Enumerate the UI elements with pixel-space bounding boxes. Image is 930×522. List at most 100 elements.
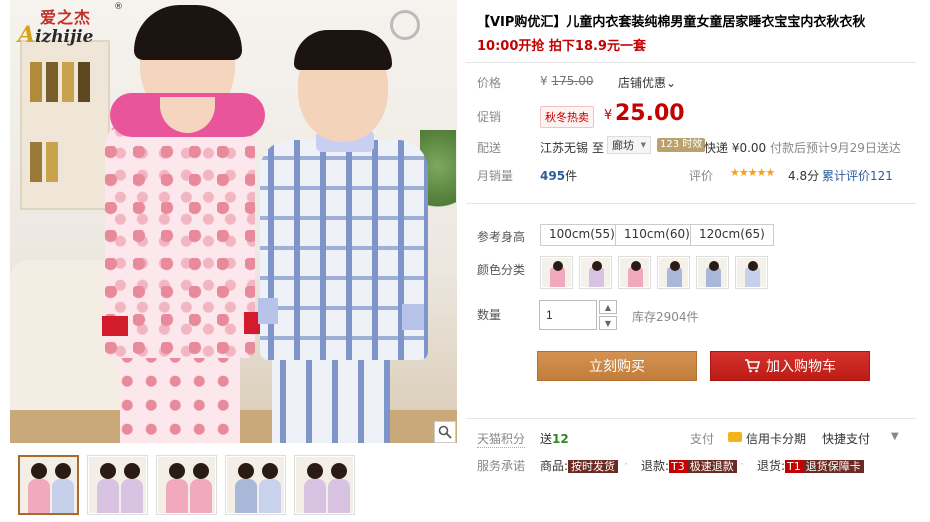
divider <box>466 203 916 204</box>
registered-mark: ® <box>114 2 123 12</box>
quantity-input[interactable] <box>539 300 597 330</box>
tmall-points-label[interactable]: 天猫积分 <box>477 430 526 448</box>
rating-label: 评价 <box>689 169 714 183</box>
wall-clock-decor <box>390 10 420 40</box>
color-swatch[interactable] <box>540 256 573 289</box>
shop-discount-label: 店铺优惠 <box>618 76 667 90</box>
caret-down-icon: ▼ <box>604 318 612 328</box>
color-swatch[interactable] <box>735 256 768 289</box>
points-amount: 12 <box>552 432 569 446</box>
service-ontime-tag: 按时发货 <box>568 460 619 473</box>
cart-icon <box>745 359 760 373</box>
height-option[interactable]: 110cm(60) <box>615 224 699 246</box>
color-swatch[interactable] <box>696 256 729 289</box>
caret-down-icon: ▼ <box>640 141 646 149</box>
girl-hair <box>134 5 242 60</box>
thumbnail[interactable] <box>18 455 79 515</box>
brand-logo-en-cap: A <box>18 22 36 48</box>
ship-from: 江苏无锡 <box>540 141 589 155</box>
service-return-prefix: 退货: <box>757 459 786 473</box>
quantity-decrease-button[interactable]: ▼ <box>599 316 617 330</box>
zoom-button[interactable] <box>434 421 456 443</box>
chevron-down-icon: ⌄ <box>666 76 677 90</box>
buy-now-label: 立刻购买 <box>589 359 645 375</box>
sofa-decor <box>10 260 120 420</box>
boy-pants <box>272 350 390 443</box>
service-return-guarantee[interactable]: 退货: T1 退货保障卡 <box>757 457 864 474</box>
product-title: 【VIP购优汇】儿童内衣套装纯棉男童女童居家睡衣宝宝内衣秋衣秋 <box>477 15 866 30</box>
thumbnail[interactable] <box>294 455 355 515</box>
service-refund-prefix: 退款: <box>641 459 670 473</box>
brand-logo-en: Aizhijie <box>18 22 93 48</box>
service-refund-code: T3 <box>669 460 687 473</box>
boy-cuff-right <box>402 304 424 330</box>
shop-discount-dropdown[interactable]: 店铺优惠⌄ <box>618 74 676 91</box>
product-subtitle: 10:00开抢 拍下18.9元一套 <box>477 39 646 54</box>
delivery-label: 配送 <box>477 141 502 155</box>
divider <box>466 62 916 63</box>
separator-dot: · <box>624 457 628 471</box>
boy-hair <box>294 30 392 70</box>
service-refund-tag: 极速退款 <box>686 460 737 473</box>
review-count-link[interactable]: 累计评价121 <box>822 167 893 184</box>
stock-count: 库存2904件 <box>632 310 699 324</box>
points-value: 送12 <box>540 430 569 447</box>
original-price-currency: ¥ <box>540 74 548 88</box>
original-price: ¥ 175.00 <box>540 74 593 88</box>
promo-price: 25.00 <box>615 101 685 126</box>
brand-logo-en-rest: izhijie <box>35 27 94 47</box>
background-shelf <box>20 40 110 210</box>
caret-up-icon: ▲ <box>604 302 612 312</box>
color-swatch[interactable] <box>579 256 612 289</box>
credit-card-icon <box>728 432 742 442</box>
thumbnail[interactable] <box>225 455 286 515</box>
thumbnail-strip <box>18 455 355 515</box>
promo-currency: ¥ <box>604 108 613 123</box>
buy-now-button[interactable]: 立刻购买 <box>537 351 697 381</box>
height-option[interactable]: 120cm(65) <box>690 224 774 246</box>
service-return-tag: 退货保障卡 <box>802 460 864 473</box>
thumbnail[interactable] <box>87 455 148 515</box>
price-label: 价格 <box>477 76 502 90</box>
original-price-value: 175.00 <box>551 74 594 88</box>
separator-dot: · <box>740 457 744 471</box>
quick-pay-option[interactable]: 快捷支付 <box>822 430 870 447</box>
add-to-cart-button[interactable]: 加入购物车 <box>710 351 870 381</box>
service-ontime-prefix: 商品: <box>540 459 569 473</box>
monthly-sales-label: 月销量 <box>477 169 514 183</box>
payment-label: 支付 <box>690 432 715 446</box>
monthly-sales-unit: 件 <box>565 169 578 183</box>
service-return-code: T1 <box>785 460 803 473</box>
promo-label: 促销 <box>477 110 502 124</box>
color-swatch[interactable] <box>657 256 690 289</box>
quantity-increase-button[interactable]: ▲ <box>599 300 617 314</box>
promo-tag: 秋冬热卖 <box>540 106 594 128</box>
color-label: 颜色分类 <box>477 263 526 277</box>
installment-option[interactable]: 信用卡分期 <box>746 430 806 447</box>
city-value: 廊坊 <box>612 139 634 152</box>
thumbnail[interactable] <box>156 455 217 515</box>
city-select[interactable]: 廊坊 ▼ <box>607 136 651 154</box>
shipping-info: 快递 ¥0.00 付款后预计9月29日送达 <box>704 139 901 156</box>
boy-cuff-left <box>258 298 278 324</box>
height-label: 参考身高 <box>477 230 526 244</box>
star-rating-icon: ★★★★★ <box>730 166 775 179</box>
rating-value: 4.8分 <box>788 169 820 183</box>
monthly-sales: 495件 <box>540 167 577 184</box>
service-fast-refund[interactable]: 退款: T3 极速退款 <box>641 457 737 474</box>
monthly-sales-count: 495 <box>540 169 566 183</box>
shipping-eta: 付款后预计9月29日送达 <box>770 141 901 155</box>
service-ontime-shipping[interactable]: 商品: 按时发货 <box>540 457 619 474</box>
neck-pillow <box>110 93 265 137</box>
divider <box>466 418 916 419</box>
color-swatch[interactable] <box>618 256 651 289</box>
timing-badge: 123 时效 <box>657 138 706 152</box>
quantity-label: 数量 <box>477 308 502 322</box>
points-prefix: 送 <box>540 432 553 446</box>
chevron-down-icon[interactable]: ▼ <box>891 431 899 442</box>
add-to-cart-label: 加入购物车 <box>766 359 836 375</box>
girl-cuff-left <box>102 316 128 336</box>
height-option[interactable]: 100cm(55) <box>540 224 624 246</box>
girl-pants <box>120 350 240 443</box>
main-product-photo[interactable] <box>10 0 457 443</box>
